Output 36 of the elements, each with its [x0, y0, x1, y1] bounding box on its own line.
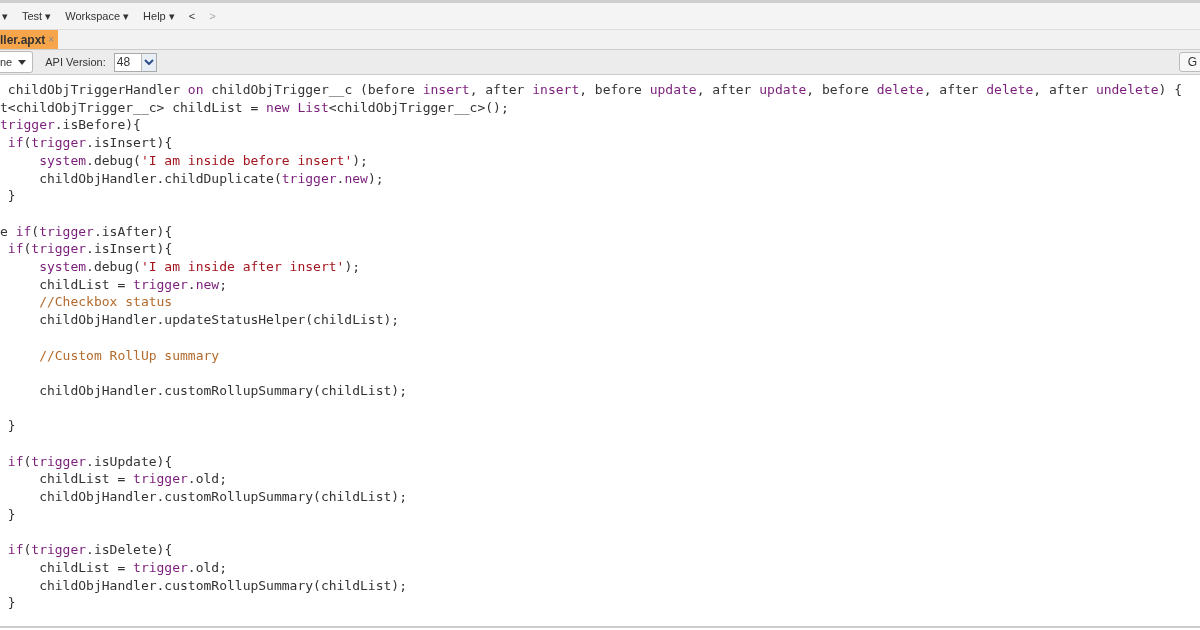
dropdown[interactable]: ne	[0, 51, 34, 73]
code-line: childObjHandler.customRollupSummary(childList);	[38, 381, 407, 400]
code-line: if(trigger.isInsert){	[6, 134, 173, 152]
code-line: childObjHandler.updateStatusHelper(childList);	[38, 311, 400, 329]
menu-item[interactable]: Test ▾	[22, 9, 52, 23]
menu-item[interactable]: Workspace ▾	[65, 9, 130, 23]
api-version-label: API Version:	[45, 56, 106, 68]
menu-item[interactable]: Help ▾	[143, 9, 175, 23]
code-line: childObjHandler.customRollupSummary(childList);	[38, 488, 407, 506]
code-line: if(trigger.isUpdate){	[6, 452, 173, 471]
code-line: childList = trigger.new;	[38, 275, 227, 294]
code-line: t<childObjTrigger__c> childList = new List<childObjTrigger__c>();	[0, 98, 509, 117]
code-line: childList = trigger.old;	[38, 558, 227, 577]
code-line: //Checkbox status	[38, 293, 173, 312]
code-line: e if(trigger.isAfter){	[0, 222, 173, 241]
code-line: }	[6, 505, 16, 524]
menu-item[interactable]: ▾	[2, 9, 8, 23]
code-line: trigger.isBefore){	[0, 116, 141, 135]
file-tab[interactable]: ller.apxt ×	[0, 30, 59, 49]
code-line: childObjTriggerHandler on childObjTrigger__c (before insert, after insert, before update, after update, before delete, after delete, after undelete) {	[6, 81, 1182, 99]
code-line: //Custom RollUp summary	[38, 346, 220, 365]
menu-item[interactable]: <	[188, 10, 196, 22]
code-line: childObjHandler.childDuplicate(trigger.new);	[38, 169, 384, 188]
api-version-select[interactable]: 48	[113, 52, 157, 72]
caret-icon	[18, 59, 27, 65]
code-line: }	[6, 187, 16, 205]
code-line: childList = trigger.old;	[38, 470, 227, 489]
toolbar-button[interactable]: G	[1178, 52, 1200, 72]
code-line: if(trigger.isDelete){	[6, 541, 173, 559]
code-line: if(trigger.isInsert){	[6, 240, 173, 258]
code-line: }	[6, 417, 16, 435]
code-line: }	[6, 594, 16, 612]
code-line: childObjHandler.customRollupSummary(childList);	[38, 576, 407, 595]
code-line: system.debug('I am inside after insert');	[38, 258, 361, 276]
code-line: system.debug('I am inside before insert');	[38, 151, 368, 170]
caret-icon	[143, 59, 154, 65]
